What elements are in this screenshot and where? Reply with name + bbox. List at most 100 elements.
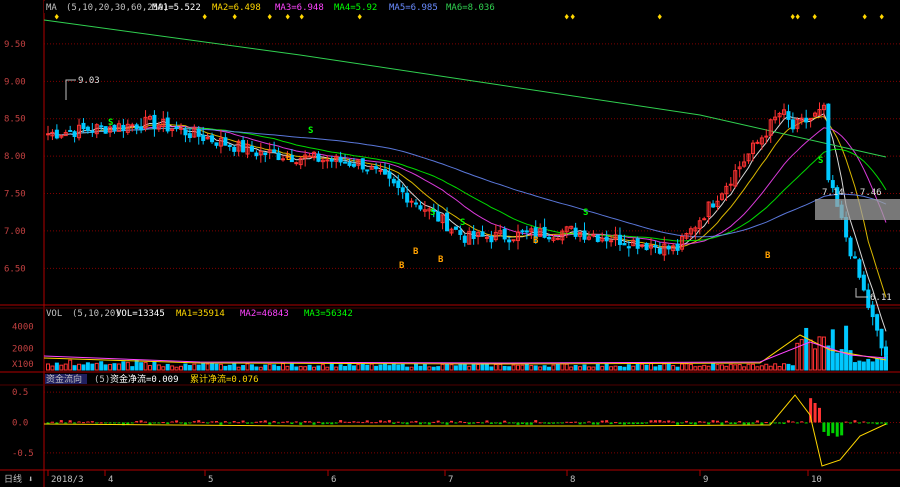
candle-body: [507, 239, 512, 243]
fund-bar: [822, 422, 826, 432]
event-marker-icon: ♦: [862, 13, 867, 23]
volume-bar: [480, 363, 485, 371]
fund-bar: [853, 420, 857, 423]
candle-body: [272, 149, 277, 153]
volume-bar: [391, 363, 396, 371]
fund-bar: [277, 422, 281, 424]
fund-bar: [130, 422, 134, 424]
event-marker-icon: ♦: [232, 13, 237, 23]
fund-bar: [414, 420, 418, 423]
candle-body: [365, 169, 370, 172]
volume-bar: [786, 363, 791, 371]
candle-body: [511, 239, 516, 242]
candle-body: [573, 227, 578, 237]
period-button[interactable]: 日线 ⬇: [0, 471, 42, 487]
candle-body: [502, 228, 507, 240]
volume-bar: [147, 365, 152, 371]
volume-ytick: 4000: [12, 323, 34, 333]
svg-text:MA5=6.985: MA5=6.985: [389, 3, 438, 13]
fund-bar: [46, 422, 50, 424]
candle-body: [489, 235, 494, 243]
volume-bar: [799, 339, 804, 371]
candle-body: [400, 187, 405, 193]
fund-bar: [144, 421, 148, 423]
volume-bar: [108, 363, 113, 371]
volume-bar: [644, 364, 649, 371]
fund-bar: [516, 422, 520, 425]
svg-text:资金流向: 资金流向: [46, 373, 82, 385]
volume-bar: [719, 364, 724, 371]
fund-bar: [157, 422, 161, 424]
volume-bar: [529, 365, 534, 371]
volume-bar: [258, 366, 263, 371]
volume-bar: [768, 365, 773, 371]
volume-bar: [46, 363, 50, 371]
volume-bar: [422, 363, 427, 371]
fund-bar: [334, 422, 338, 424]
fund-bar: [724, 420, 728, 423]
fund-bar: [472, 422, 476, 424]
candle-body: [702, 218, 707, 221]
volume-bar: [573, 365, 578, 371]
fund-bar: [738, 421, 742, 423]
volume-bar: [387, 365, 392, 371]
fund-bar: [170, 421, 174, 423]
volume-bar: [653, 366, 658, 371]
volume-bar: [170, 365, 175, 371]
fund-bar: [383, 421, 387, 423]
candle-body: [351, 163, 356, 167]
volume-bar: [298, 365, 303, 371]
volume-bar: [502, 365, 507, 371]
fund-bar: [55, 422, 59, 424]
x-tick-label: 5: [208, 475, 213, 485]
volume-bar: [218, 363, 223, 371]
fund-bar: [609, 422, 613, 425]
fund-bar: [192, 421, 196, 423]
svg-text:MA1=5.522: MA1=5.522: [152, 3, 201, 13]
candle-body: [325, 159, 330, 162]
b-signal: B: [765, 251, 771, 261]
fund-bar: [600, 420, 604, 423]
candle-body: [445, 212, 450, 232]
fund-bar: [374, 422, 378, 424]
fund-bar: [534, 420, 538, 423]
candle-body: [46, 133, 50, 136]
candle-body: [458, 230, 463, 235]
candle-body: [764, 135, 769, 138]
fund-bar: [489, 422, 493, 424]
volume-bar: [560, 363, 565, 371]
fund-bar: [605, 420, 609, 423]
volume-bar: [280, 363, 285, 371]
fund-bar: [197, 420, 201, 423]
fund-bar: [849, 422, 853, 424]
volume-bar: [498, 363, 503, 371]
volume-bar: [85, 362, 90, 371]
volume-bar: [613, 365, 618, 371]
volume-bar: [427, 366, 432, 371]
candle-body: [165, 117, 170, 132]
candle-body: [755, 141, 760, 144]
fund-bar: [596, 422, 600, 425]
volume-bar: [360, 363, 365, 371]
svg-text:VOL: VOL: [46, 309, 62, 319]
volume-bar: [223, 365, 228, 371]
volume-bar: [312, 366, 317, 371]
volume-bar: [808, 339, 813, 371]
fund-bar: [707, 422, 711, 425]
volume-bar: [232, 363, 237, 371]
candle-body: [471, 230, 476, 240]
stock-chart[interactable]: 9.509.008.508.007.507.006.50 ♦ ♦ ♦ ♦ ♦ ♦ ♦ ♦ ♦ ♦ ♦…: [0, 0, 900, 487]
fund-bar: [463, 421, 467, 423]
volume-bar: [662, 363, 667, 371]
volume-bar: [414, 363, 419, 371]
candle-body: [254, 152, 259, 157]
volume-bar: [405, 366, 410, 371]
volume-bar: [139, 362, 144, 371]
panel-frames: [0, 0, 900, 487]
fund-bar: [86, 421, 90, 423]
event-markers[interactable]: ♦ ♦ ♦ ♦ ♦ ♦ ♦ ♦ ♦ ♦ ♦ ♦ ♦ ♦ ♦: [54, 13, 884, 23]
fund-bar: [405, 422, 409, 425]
fund-bar: [135, 421, 139, 423]
volume-bar: [192, 363, 197, 371]
fund-bar: [441, 422, 445, 424]
